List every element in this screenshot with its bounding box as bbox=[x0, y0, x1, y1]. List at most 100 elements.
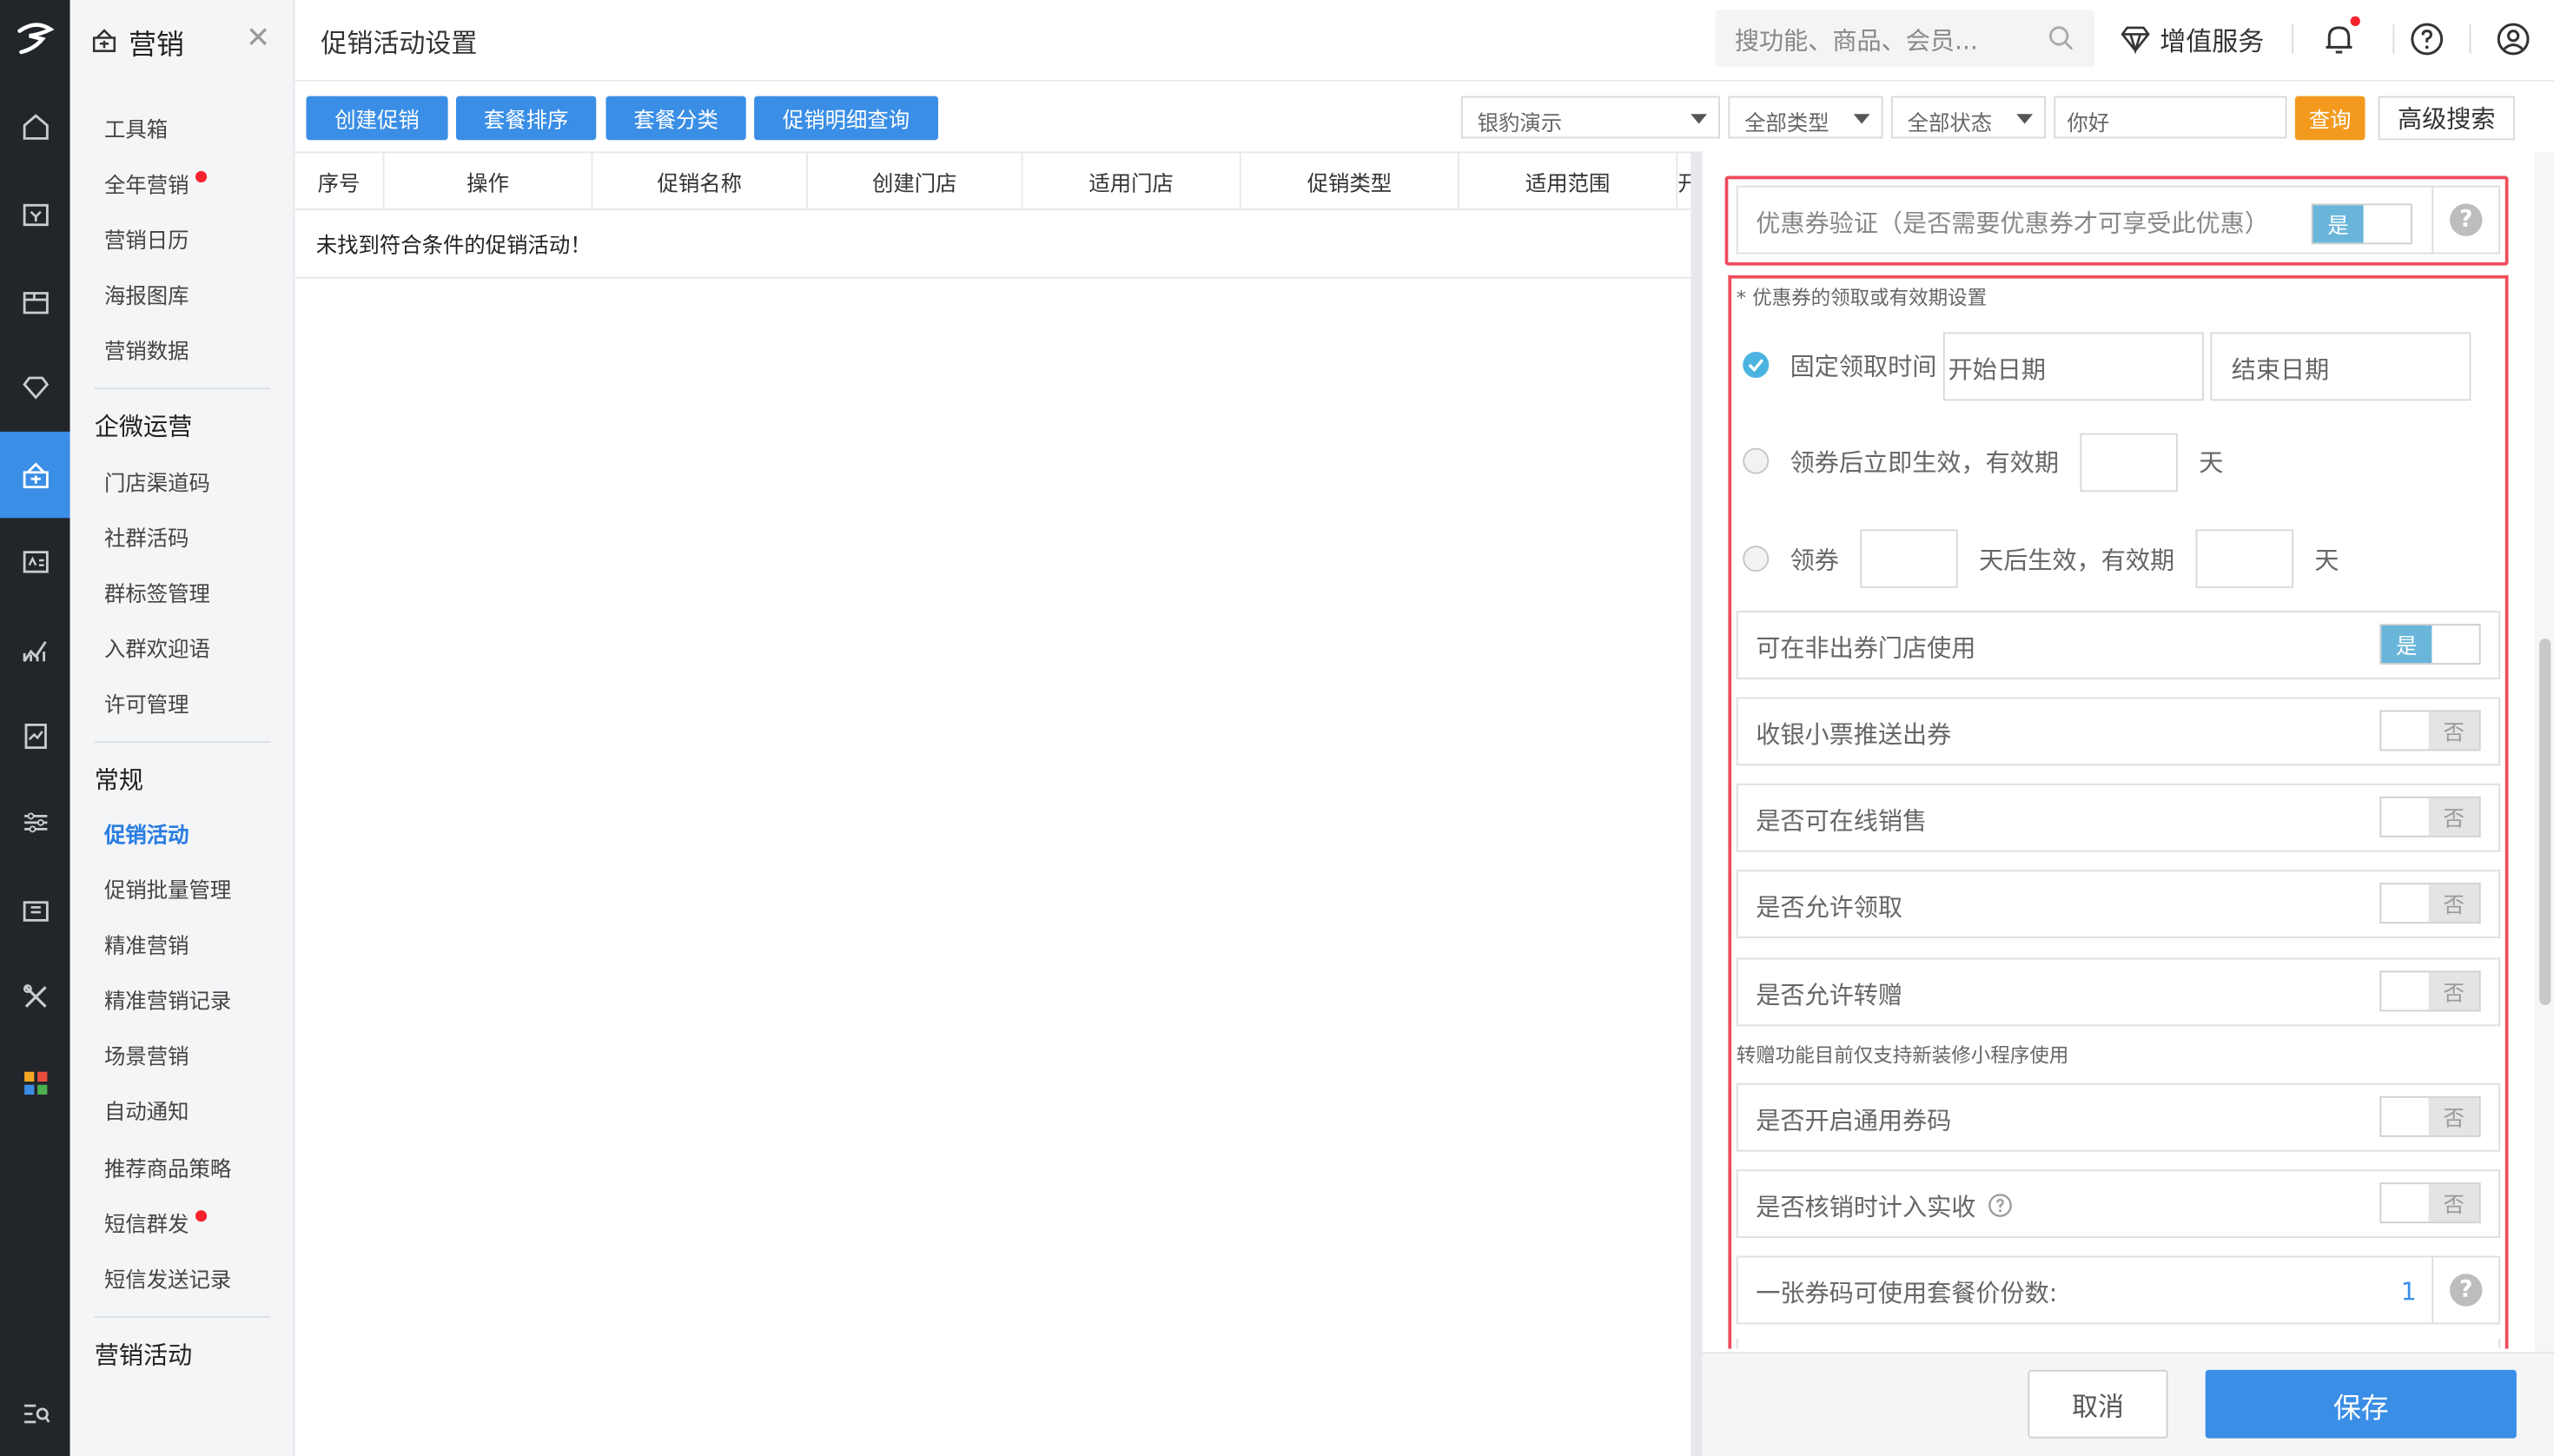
column-header: 创建门店 bbox=[808, 153, 1023, 208]
store-select[interactable]: 银豹演示 bbox=[1460, 96, 1720, 139]
close-icon[interactable]: ✕ bbox=[246, 22, 270, 56]
immediate-label: 领券后立即生效，有效期 bbox=[1790, 447, 2060, 478]
employee-card-icon[interactable] bbox=[0, 518, 70, 604]
sidebar-item-promotions[interactable]: 促销活动 bbox=[104, 817, 189, 849]
per-code-value[interactable]: 1 bbox=[2401, 1277, 2417, 1307]
help-question-icon[interactable]: ? bbox=[2450, 203, 2483, 236]
cancel-button[interactable]: 取消 bbox=[2028, 1369, 2168, 1439]
keyword-value: 你好 bbox=[2067, 112, 2110, 137]
sidebar-item-store-channel-code[interactable]: 门店渠道码 bbox=[104, 466, 210, 497]
promotion-detail-query-button[interactable]: 促销明细查询 bbox=[754, 96, 938, 141]
sidebar-item-welcome-message[interactable]: 入群欢迎语 bbox=[104, 632, 210, 663]
check-icon bbox=[1748, 359, 1764, 373]
sidebar-item-poster-gallery[interactable]: 海报图库 bbox=[104, 279, 189, 309]
toggle-state: 是 bbox=[2381, 625, 2432, 664]
search-icon[interactable] bbox=[2048, 24, 2075, 52]
universal-code-toggle[interactable]: 否 bbox=[2379, 1095, 2481, 1137]
promotion-table: 序号 操作 促销名称 创建门店 适用门店 促销类型 适用范围 开 未找到符合条件… bbox=[294, 151, 1699, 279]
sidebar-item-recommend-strategy[interactable]: 推荐商品策略 bbox=[104, 1152, 231, 1182]
toggle-row-allow-transfer: 是否允许转赠 否 bbox=[1736, 957, 2501, 1027]
question-circle-icon[interactable] bbox=[1988, 1193, 2014, 1219]
toggle-row-online-sale: 是否可在线销售 否 bbox=[1736, 783, 2501, 852]
sidebar-item-marketing-data[interactable]: 营销数据 bbox=[104, 334, 189, 365]
package-sort-button[interactable]: 套餐排序 bbox=[456, 96, 597, 141]
apps-grid-icon[interactable] bbox=[0, 1039, 70, 1125]
sidebar-header: 营销 bbox=[89, 17, 184, 65]
home-icon[interactable] bbox=[0, 83, 70, 169]
allow-claim-toggle[interactable]: 否 bbox=[2379, 883, 2481, 924]
immediate-days-input[interactable] bbox=[2080, 433, 2178, 493]
tools-icon[interactable] bbox=[0, 953, 70, 1039]
sidebar-item-sms-records[interactable]: 短信发送记录 bbox=[104, 1262, 231, 1294]
menu-search-icon[interactable] bbox=[0, 1370, 70, 1456]
type-select-value: 全部类型 bbox=[1744, 112, 1829, 137]
secondary-sidebar: 营销 ✕ 工具箱 全年营销 营销日历 海报图库 营销数据 企微运营 门店渠道码 … bbox=[69, 0, 295, 1456]
finance-icon[interactable] bbox=[0, 692, 70, 778]
diamond-icon bbox=[2121, 26, 2150, 54]
sidebar-item-precision-records[interactable]: 精准营销记录 bbox=[104, 984, 231, 1015]
package-category-button[interactable]: 套餐分类 bbox=[605, 96, 746, 141]
create-promotion-button[interactable]: 创建促销 bbox=[306, 96, 448, 141]
count-revenue-toggle[interactable]: 否 bbox=[2379, 1182, 2481, 1224]
valid-days-input[interactable] bbox=[2195, 529, 2293, 588]
sidebar-item-marketing-calendar[interactable]: 营销日历 bbox=[104, 223, 189, 254]
toggle-label: 是否允许领取 bbox=[1756, 892, 1903, 923]
app-rail bbox=[0, 0, 70, 1456]
day-unit: 天 bbox=[2314, 546, 2339, 575]
advanced-search-button[interactable]: 高级搜索 bbox=[2378, 96, 2515, 141]
toggle-row-count-revenue: 是否核销时计入实收 否 bbox=[1736, 1169, 2501, 1238]
help-question-icon[interactable]: ? bbox=[2450, 1274, 2483, 1307]
sidebar-item-scene-marketing[interactable]: 场景营销 bbox=[104, 1039, 189, 1070]
radio-immediate[interactable] bbox=[1743, 447, 1770, 474]
delay-days-input[interactable] bbox=[1860, 529, 1958, 588]
sidebar-item-toolbox[interactable]: 工具箱 bbox=[104, 112, 168, 143]
marketing-icon bbox=[92, 29, 116, 52]
online-sale-toggle[interactable]: 否 bbox=[2379, 796, 2481, 837]
toggle-label: 是否可在线销售 bbox=[1756, 806, 1928, 836]
radio-delayed[interactable] bbox=[1743, 546, 1770, 572]
marketing-icon[interactable] bbox=[0, 431, 70, 519]
query-button[interactable]: 查询 bbox=[2294, 96, 2365, 141]
sidebar-item-annual-marketing[interactable]: 全年营销 bbox=[104, 168, 208, 199]
coupon-verify-toggle[interactable]: 是 bbox=[2311, 203, 2412, 245]
start-date-input[interactable]: 开始日期 bbox=[1942, 332, 2204, 401]
app-logo-icon[interactable] bbox=[0, 0, 70, 78]
day-unit: 天 bbox=[2199, 447, 2224, 478]
save-button[interactable]: 保存 bbox=[2205, 1369, 2517, 1439]
divider bbox=[2392, 24, 2395, 54]
other-store-toggle[interactable]: 是 bbox=[2379, 624, 2481, 665]
coupon-verify-label: 优惠券验证（是否需要优惠券才可享受此优惠） bbox=[1756, 208, 2269, 238]
notification-dot bbox=[195, 1210, 208, 1222]
global-search-input[interactable]: 搜功能、商品、会员... bbox=[1715, 10, 2095, 67]
column-header: 促销名称 bbox=[593, 153, 808, 208]
per-code-label: 一张券码可使用套餐价份数: bbox=[1756, 1278, 2058, 1308]
scrollbar-thumb[interactable] bbox=[2539, 639, 2551, 1005]
type-select[interactable]: 全部类型 bbox=[1728, 96, 1883, 139]
end-date-input[interactable]: 结束日期 bbox=[2210, 332, 2471, 401]
sidebar-item-group-tags[interactable]: 群标签管理 bbox=[104, 577, 210, 607]
radio-fixed-time[interactable] bbox=[1743, 352, 1770, 378]
sidebar-item-group-live-code[interactable]: 社群活码 bbox=[104, 521, 189, 553]
sidebar-item-sms-broadcast[interactable]: 短信群发 bbox=[104, 1207, 208, 1238]
status-select[interactable]: 全部状态 bbox=[1890, 96, 2046, 139]
cashier-icon[interactable] bbox=[0, 171, 70, 257]
period-section-title: * 优惠券的领取或有效期设置 bbox=[1736, 287, 1988, 310]
sidebar-item-license[interactable]: 许可管理 bbox=[104, 687, 189, 718]
allow-transfer-toggle[interactable]: 否 bbox=[2379, 970, 2481, 1012]
toggle-state: 否 bbox=[2428, 797, 2479, 836]
report-chart-icon[interactable] bbox=[0, 606, 70, 692]
sidebar-item-promotion-batch[interactable]: 促销批量管理 bbox=[104, 873, 231, 904]
sidebar-item-precision-marketing[interactable]: 精准营销 bbox=[104, 929, 189, 959]
sidebar-item-auto-notify[interactable]: 自动通知 bbox=[104, 1095, 189, 1126]
settings-sliders-icon[interactable] bbox=[0, 778, 70, 864]
receipt-push-toggle[interactable]: 否 bbox=[2379, 710, 2481, 751]
help-icon[interactable] bbox=[2407, 20, 2446, 59]
keyword-input[interactable]: 你好 bbox=[2054, 96, 2287, 139]
toggle-state: 否 bbox=[2428, 972, 2479, 1010]
sidebar-group-campaigns[interactable]: 营销活动 bbox=[95, 1337, 193, 1371]
value-added-services-link[interactable]: 增值服务 bbox=[2119, 20, 2264, 59]
ticket-icon[interactable] bbox=[0, 867, 70, 953]
goods-icon[interactable] bbox=[0, 257, 70, 343]
user-avatar-icon[interactable] bbox=[2494, 20, 2533, 59]
member-diamond-icon[interactable] bbox=[0, 344, 70, 430]
